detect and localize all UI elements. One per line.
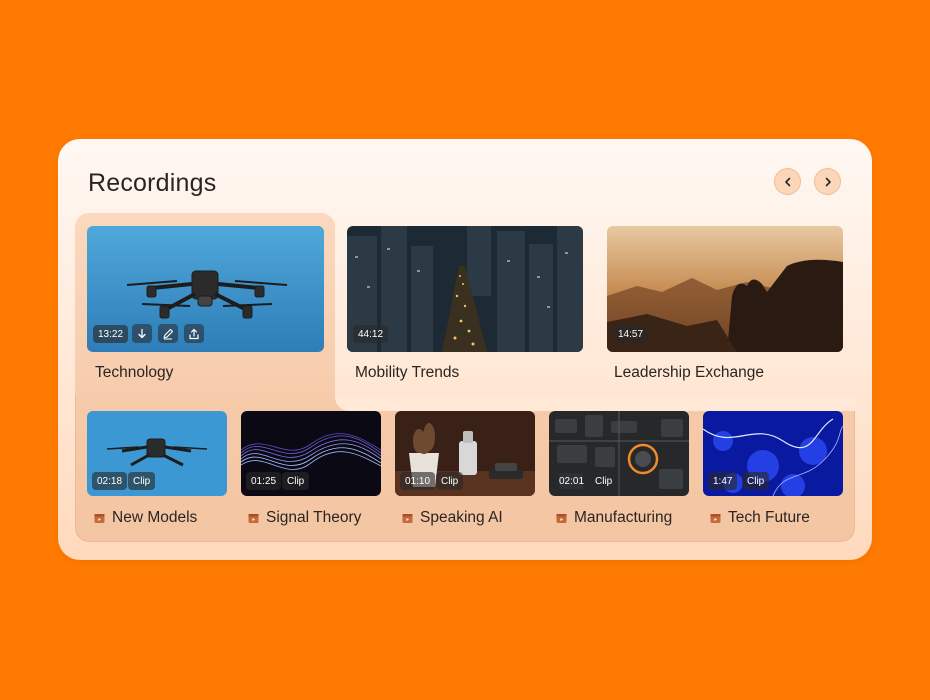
featured-title[interactable]: Technology xyxy=(95,364,173,382)
duration-badge: 01:10 xyxy=(400,472,436,490)
featured-title[interactable]: Mobility Trends xyxy=(355,364,459,382)
clip-label: Speaking AI xyxy=(420,509,503,526)
clip-icon xyxy=(94,513,105,523)
page-title: Recordings xyxy=(88,169,217,197)
edit-button[interactable] xyxy=(158,324,178,343)
clip-label: Signal Theory xyxy=(266,509,362,526)
clip-badge: Clip xyxy=(590,472,618,490)
previous-button[interactable] xyxy=(774,168,801,195)
clip-badge: Clip xyxy=(128,472,156,490)
clip-icon xyxy=(710,513,721,523)
clip-icon xyxy=(402,513,413,523)
clip-badge: Clip xyxy=(282,472,310,490)
clip-badge: Clip xyxy=(742,472,770,490)
clip-thumbnail-speaking-ai[interactable]: 01:10 Clip xyxy=(395,411,535,496)
duration-badge: 02:01 xyxy=(554,472,590,490)
featured-thumbnail-leadership[interactable]: 14:57 xyxy=(607,226,843,352)
clip-thumbnail-tech-future[interactable]: 1:47 Clip xyxy=(703,411,843,496)
share-button[interactable] xyxy=(184,324,204,343)
clip-title[interactable]: Speaking AI xyxy=(402,509,503,527)
featured-thumbnail-technology[interactable]: 13:22 xyxy=(87,226,324,352)
duration-badge: 02:18 xyxy=(92,472,128,490)
duration-badge: 1:47 xyxy=(708,472,738,490)
clip-icon xyxy=(556,513,567,523)
featured-title[interactable]: Leadership Exchange xyxy=(614,364,764,382)
clip-thumbnail-signal-theory[interactable]: 01:25 Clip xyxy=(241,411,381,496)
duration-badge: 14:57 xyxy=(613,325,649,343)
clip-title[interactable]: Tech Future xyxy=(710,509,810,527)
clip-title[interactable]: Signal Theory xyxy=(248,509,361,527)
clip-thumbnail-manufacturing[interactable]: 02:01 Clip xyxy=(549,411,689,496)
clip-thumbnail-new-models[interactable]: 02:18 Clip xyxy=(87,411,227,496)
recordings-card: Recordings 13:22 Technology 44:12 Mobili… xyxy=(58,139,872,560)
share-icon xyxy=(189,328,199,339)
featured-thumbnail-mobility[interactable]: 44:12 xyxy=(347,226,583,352)
chevron-right-icon xyxy=(825,177,831,186)
edit-icon xyxy=(163,328,174,340)
duration-badge: 01:25 xyxy=(246,472,282,490)
clip-label: Manufacturing xyxy=(574,509,673,526)
clip-badge: Clip xyxy=(436,472,464,490)
clip-label: Tech Future xyxy=(728,509,810,526)
download-button[interactable] xyxy=(132,324,152,343)
duration-badge: 44:12 xyxy=(353,325,389,343)
download-icon xyxy=(138,328,146,338)
chevron-left-icon xyxy=(784,177,790,186)
clip-label: New Models xyxy=(112,509,198,526)
duration-badge: 13:22 xyxy=(93,325,129,343)
next-button[interactable] xyxy=(814,168,841,195)
clip-title[interactable]: New Models xyxy=(94,509,197,527)
clip-title[interactable]: Manufacturing xyxy=(556,509,672,527)
clip-icon xyxy=(248,513,259,523)
